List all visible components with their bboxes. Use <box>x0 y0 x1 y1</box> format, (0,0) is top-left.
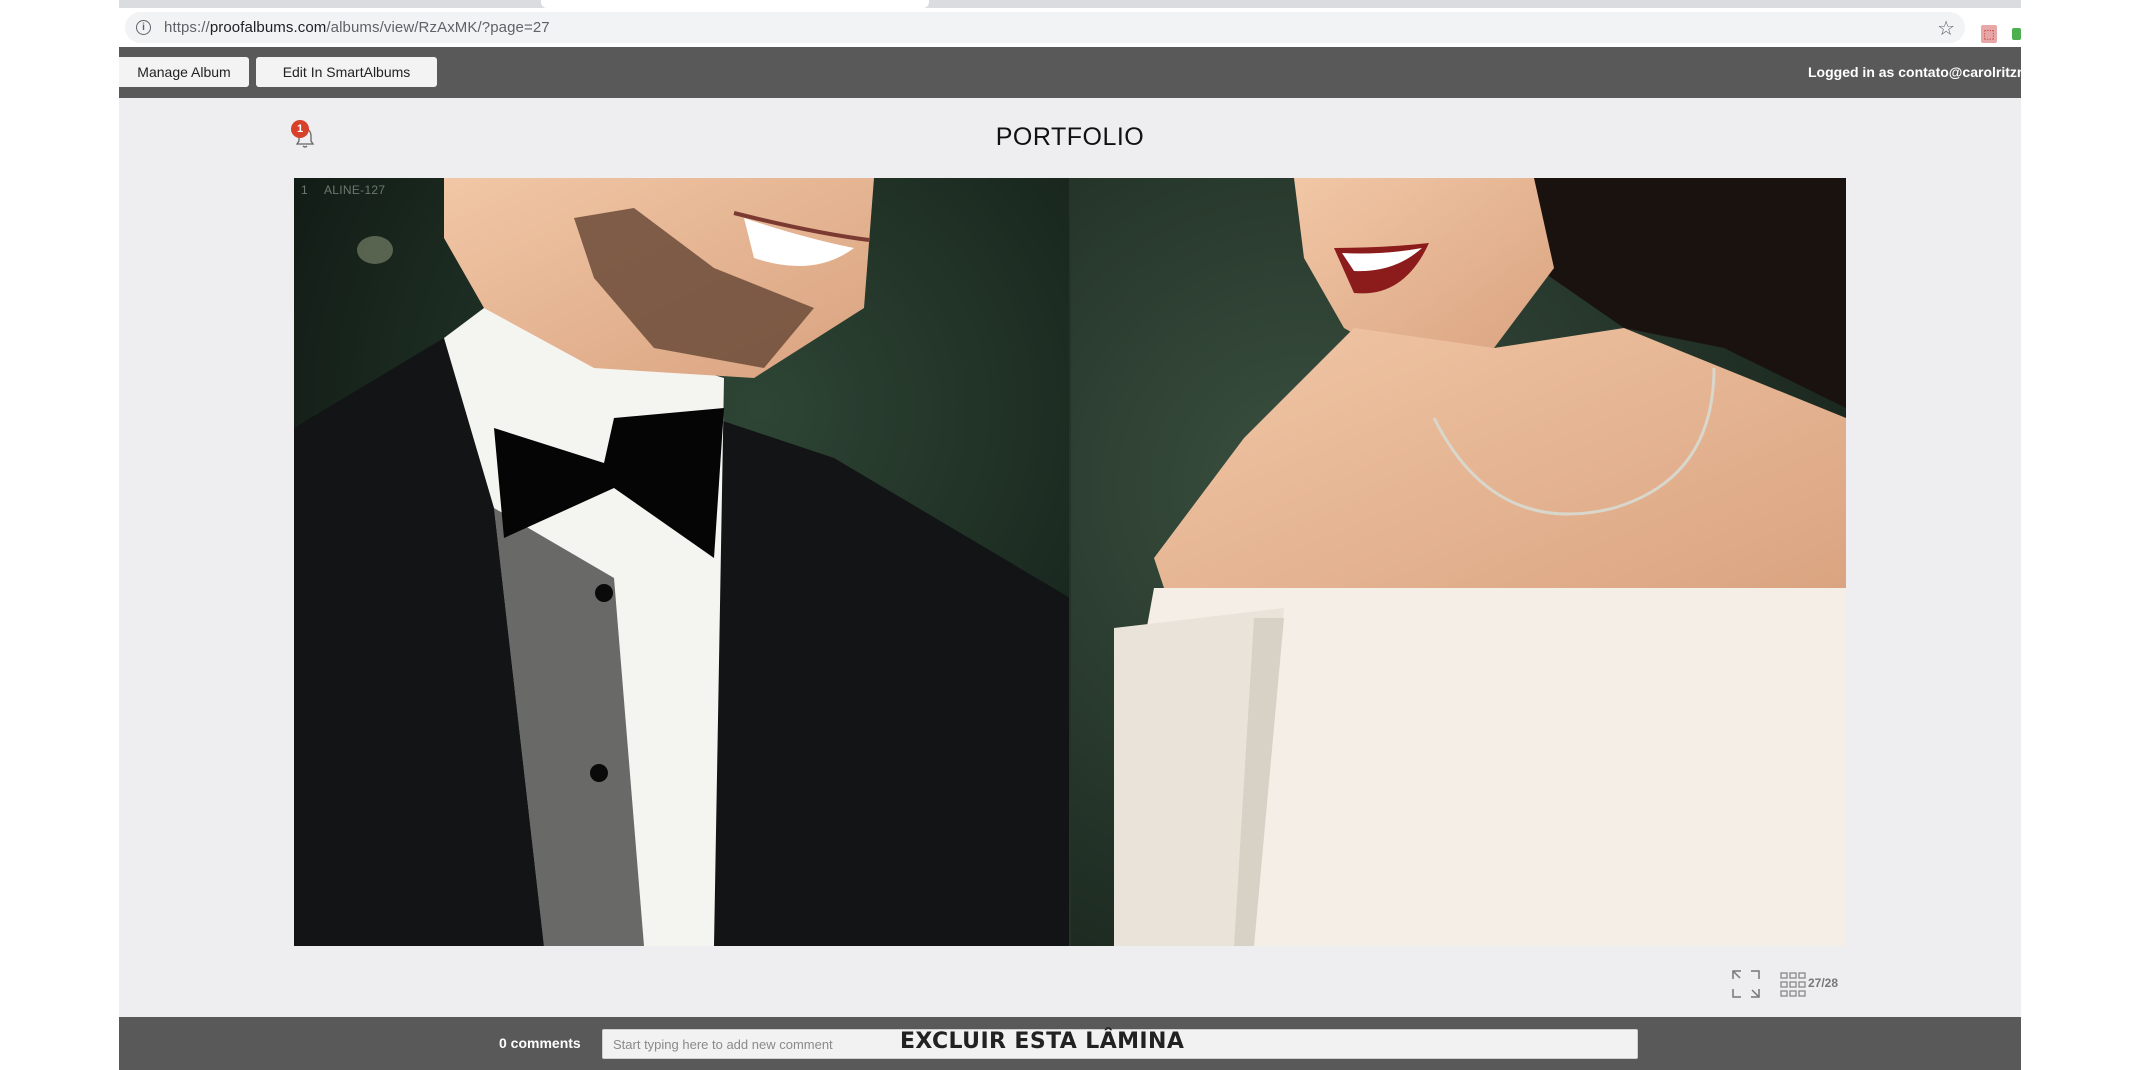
overlay-caption: EXCLUIR ESTA LÂMINA <box>900 1029 1185 1054</box>
manage-album-button[interactable]: Manage Album <box>119 57 249 87</box>
url-prefix: https:// <box>164 19 210 36</box>
logged-in-status: Logged in as contato@carolritzma <box>1808 64 2021 80</box>
info-icon[interactable]: i <box>136 20 151 35</box>
expand-icon[interactable] <box>1731 969 1761 999</box>
pdf-extension-icon[interactable]: ⬚ <box>1981 25 1997 43</box>
spread-page-number: 1 <box>301 183 308 197</box>
url-path: /albums/view/RzAxMK/?page=27 <box>326 19 550 36</box>
spread-page-name: ALINE-127 <box>323 183 386 197</box>
grid-icon[interactable] <box>1780 972 1808 998</box>
browser-tab-strip <box>119 0 2021 8</box>
url-omnibox[interactable]: i https://proofalbums.com/albums/view/Rz… <box>125 12 1965 43</box>
album-spread-image[interactable]: 1 ALINE-127 <box>294 178 1846 946</box>
extension-icon[interactable] <box>2012 28 2021 40</box>
url-host: proofalbums.com <box>209 19 327 36</box>
browser-window: i https://proofalbums.com/albums/view/Rz… <box>119 0 2021 1070</box>
star-icon[interactable]: ☆ <box>1937 16 1955 41</box>
album-title: PORTFOLIO <box>995 123 1145 151</box>
page-indicator: 27/28 <box>1808 976 1839 990</box>
url-text[interactable]: https://proofalbums.com/albums/view/RzAx… <box>164 19 550 36</box>
spread-page-label: 1 ALINE-127 <box>301 183 401 197</box>
app-toolbar: Manage Album Edit In SmartAlbums Logged … <box>119 47 2021 98</box>
comment-count[interactable]: 0 comments <box>499 1035 581 1051</box>
edit-in-smartalbums-button[interactable]: Edit In SmartAlbums <box>256 57 437 87</box>
browser-address-bar: i https://proofalbums.com/albums/view/Rz… <box>119 8 2021 47</box>
wedding-couple-photo <box>294 178 1846 946</box>
browser-active-tab[interactable] <box>541 0 929 8</box>
